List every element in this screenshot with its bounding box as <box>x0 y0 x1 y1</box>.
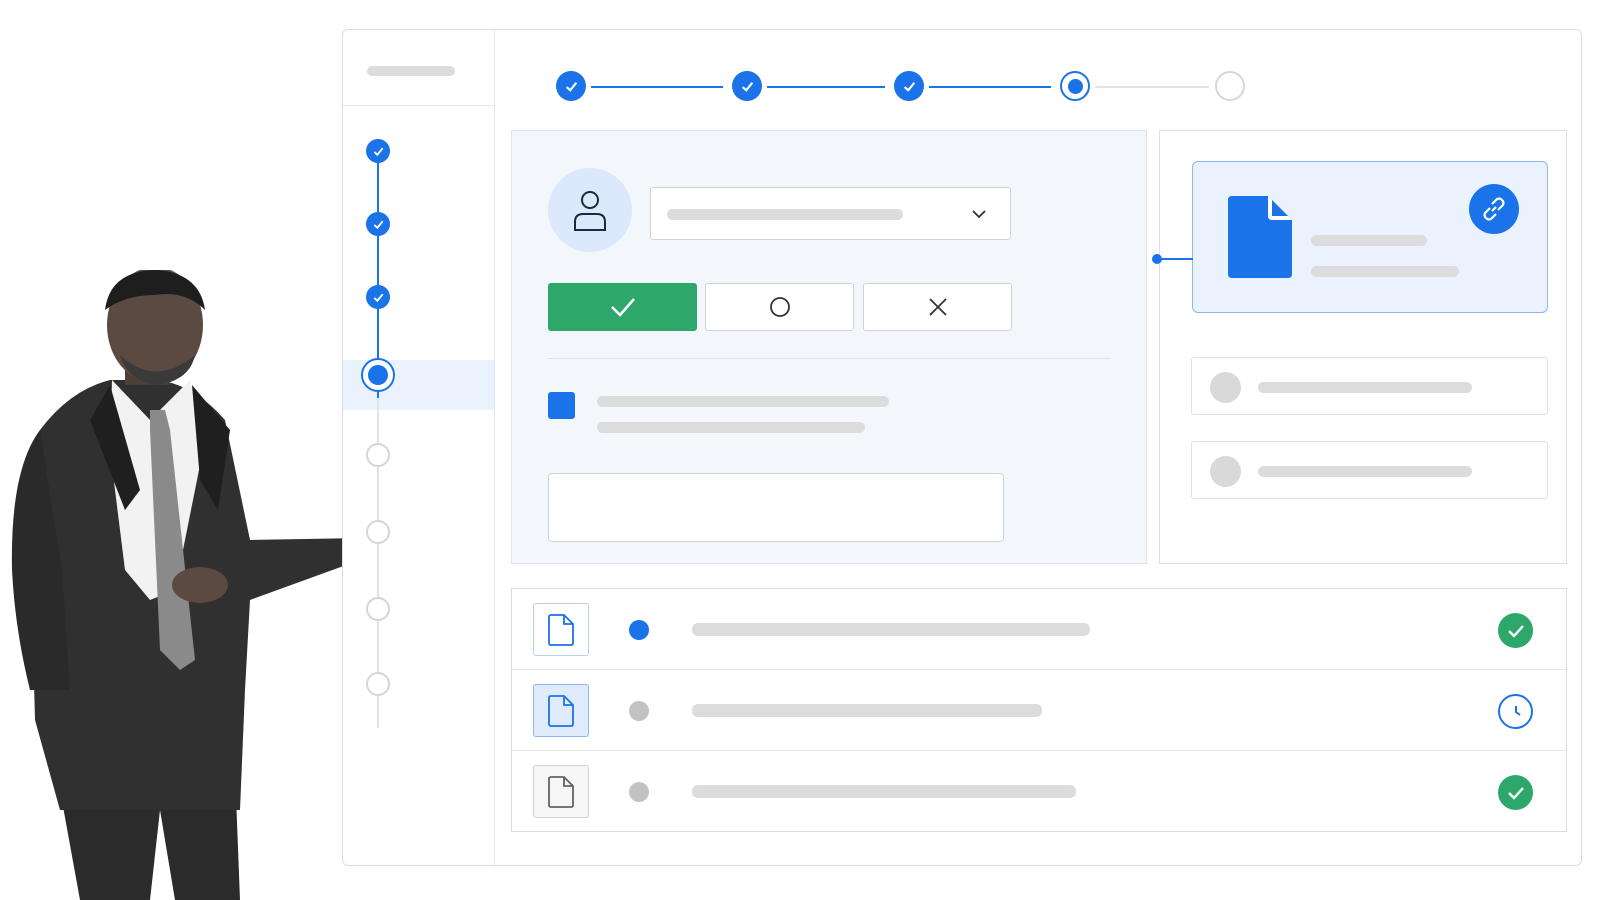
sidebar-step-7[interactable] <box>366 597 390 621</box>
complete-status <box>1498 613 1533 648</box>
check-icon <box>373 293 383 302</box>
sidebar-title-placeholder <box>367 66 455 76</box>
sidebar-step-3[interactable] <box>366 285 390 309</box>
check-icon <box>903 81 915 92</box>
close-icon <box>928 298 947 316</box>
document-meta-placeholder <box>1311 266 1459 277</box>
document-icon <box>1228 196 1292 278</box>
form-panel <box>511 130 1147 564</box>
sidebar-step-8[interactable] <box>366 672 390 696</box>
file-thumbnail[interactable] <box>533 684 589 737</box>
row-status-dot <box>629 620 649 640</box>
row-status-dot <box>629 701 649 721</box>
copy-link-button[interactable] <box>1469 184 1519 234</box>
list-item-avatar <box>1210 456 1241 487</box>
table-row[interactable] <box>512 589 1566 670</box>
sidebar-step-6[interactable] <box>366 520 390 544</box>
file-name-placeholder <box>692 785 1076 798</box>
link-icon <box>1483 197 1505 221</box>
complete-status <box>1498 775 1533 810</box>
sidebar <box>343 30 495 865</box>
check-icon <box>741 81 753 92</box>
check-icon <box>610 298 635 317</box>
sidebar-step-1[interactable] <box>366 139 390 163</box>
sidebar-step-2[interactable] <box>366 212 390 236</box>
details-panel <box>1152 130 1567 564</box>
file-thumbnail[interactable] <box>533 603 589 656</box>
section-divider <box>548 358 1111 359</box>
check-icon <box>1507 786 1524 800</box>
check-icon <box>373 147 383 156</box>
stepper-step-3[interactable] <box>894 71 924 101</box>
check-icon <box>565 81 577 92</box>
connector-dot <box>1152 254 1162 264</box>
stepper-step-2[interactable] <box>732 71 762 101</box>
file-name-placeholder <box>692 623 1090 636</box>
file-thumbnail[interactable] <box>533 765 589 818</box>
table-row[interactable] <box>512 751 1566 832</box>
list-item-label-placeholder <box>1258 382 1472 393</box>
checkbox-description-placeholder <box>597 422 865 433</box>
document-title-placeholder <box>1311 235 1427 246</box>
files-table <box>511 588 1567 832</box>
stepper-connector <box>591 86 723 88</box>
list-item[interactable] <box>1191 357 1548 415</box>
sidebar-step-4-current[interactable] <box>361 358 395 392</box>
chevron-down-icon <box>972 210 986 219</box>
list-item[interactable] <box>1191 441 1548 499</box>
stepper-step-1[interactable] <box>556 71 586 101</box>
comment-field[interactable] <box>548 473 1004 542</box>
linked-document-card[interactable] <box>1152 161 1548 313</box>
stepper-step-4-current[interactable] <box>1060 71 1090 101</box>
check-icon <box>1507 624 1524 638</box>
sidebar-step-5[interactable] <box>366 443 390 467</box>
check-icon <box>373 220 383 229</box>
file-icon <box>548 613 574 646</box>
stepper-connector <box>767 86 885 88</box>
file-icon <box>548 694 574 727</box>
neutral-button[interactable] <box>705 283 854 331</box>
stepper-step-5[interactable] <box>1215 71 1245 101</box>
confirm-checkbox[interactable] <box>548 392 575 419</box>
pending-status <box>1498 694 1533 729</box>
row-status-dot <box>629 782 649 802</box>
assignee-dropdown[interactable] <box>650 187 1011 240</box>
file-name-placeholder <box>692 704 1042 717</box>
dropdown-value-placeholder <box>667 209 903 220</box>
list-item-label-placeholder <box>1258 466 1472 477</box>
file-icon <box>548 775 574 808</box>
checkbox-label-placeholder <box>597 396 889 407</box>
sidebar-header <box>343 30 494 106</box>
reject-button[interactable] <box>863 283 1012 331</box>
clock-icon <box>1514 705 1521 716</box>
list-item-avatar <box>1210 372 1241 403</box>
stepper-connector <box>1095 86 1209 88</box>
table-row[interactable] <box>512 670 1566 751</box>
user-icon <box>574 191 606 231</box>
connector-line <box>1157 258 1193 260</box>
app-window <box>342 29 1582 866</box>
approve-button[interactable] <box>548 283 697 331</box>
workflow-screen <box>0 0 1600 900</box>
circle-icon <box>769 297 790 317</box>
avatar <box>548 168 632 252</box>
stepper-connector <box>929 86 1051 88</box>
